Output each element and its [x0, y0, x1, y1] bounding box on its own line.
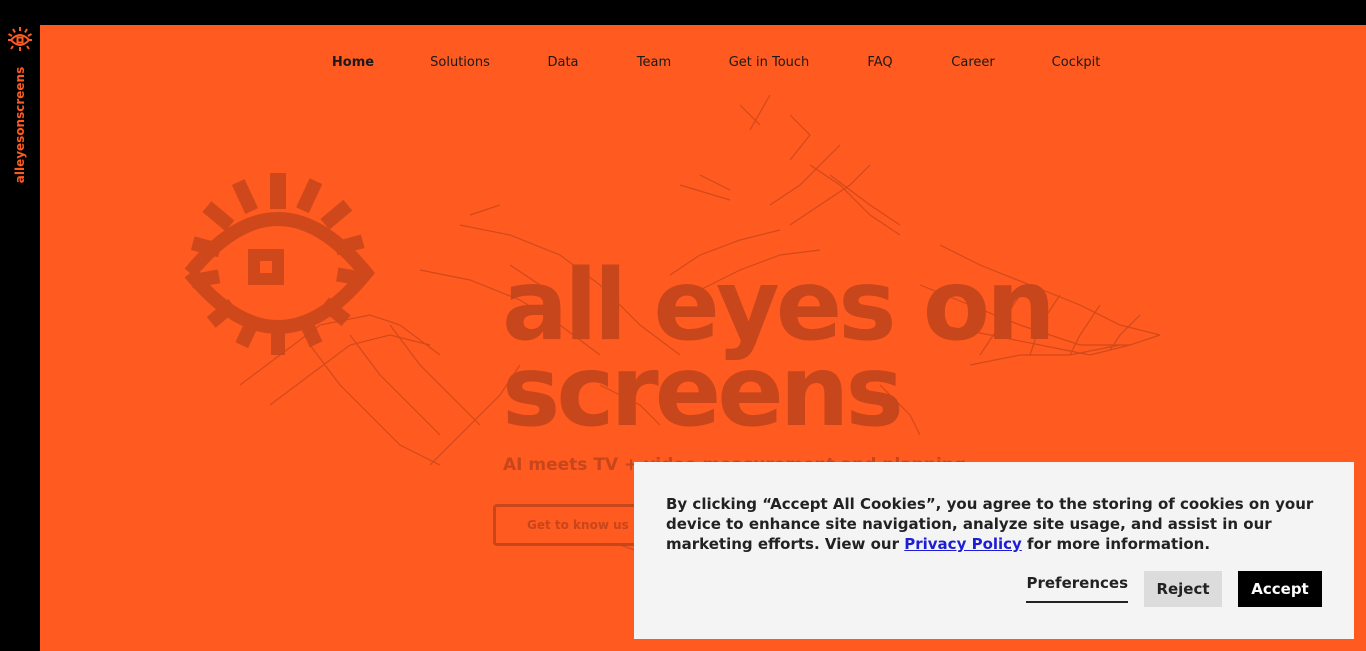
- top-bar: [0, 0, 1366, 25]
- nav-solutions[interactable]: Solutions: [430, 55, 490, 70]
- nav-cockpit[interactable]: Cockpit: [1052, 55, 1101, 70]
- cookie-actions: Preferences Reject Accept: [1026, 571, 1322, 607]
- side-wordmark[interactable]: alleyesonscreens: [13, 67, 27, 184]
- cookie-banner: By clicking “Accept All Cookies”, you ag…: [634, 462, 1354, 639]
- sidebar: alleyesonscreens: [0, 0, 40, 651]
- privacy-policy-link[interactable]: Privacy Policy: [904, 535, 1022, 553]
- nav-home[interactable]: Home: [332, 55, 374, 70]
- cookie-text-after: for more information.: [1021, 535, 1211, 553]
- nav-data[interactable]: Data: [547, 55, 578, 70]
- cta-label: Get to know us: [527, 518, 629, 532]
- hero-title-line2: screens: [502, 335, 904, 449]
- reject-button[interactable]: Reject: [1144, 571, 1222, 607]
- nav-team[interactable]: Team: [637, 55, 671, 70]
- cookie-message: By clicking “Accept All Cookies”, you ag…: [666, 494, 1326, 554]
- preferences-button[interactable]: Preferences: [1026, 575, 1128, 603]
- main-nav: Home Solutions Data Team Get in Touch FA…: [40, 55, 1366, 77]
- nav-faq[interactable]: FAQ: [867, 55, 892, 70]
- nav-career[interactable]: Career: [951, 55, 994, 70]
- eye-sun-icon[interactable]: [7, 26, 33, 52]
- nav-get-in-touch[interactable]: Get in Touch: [729, 55, 810, 70]
- accept-button[interactable]: Accept: [1238, 571, 1322, 607]
